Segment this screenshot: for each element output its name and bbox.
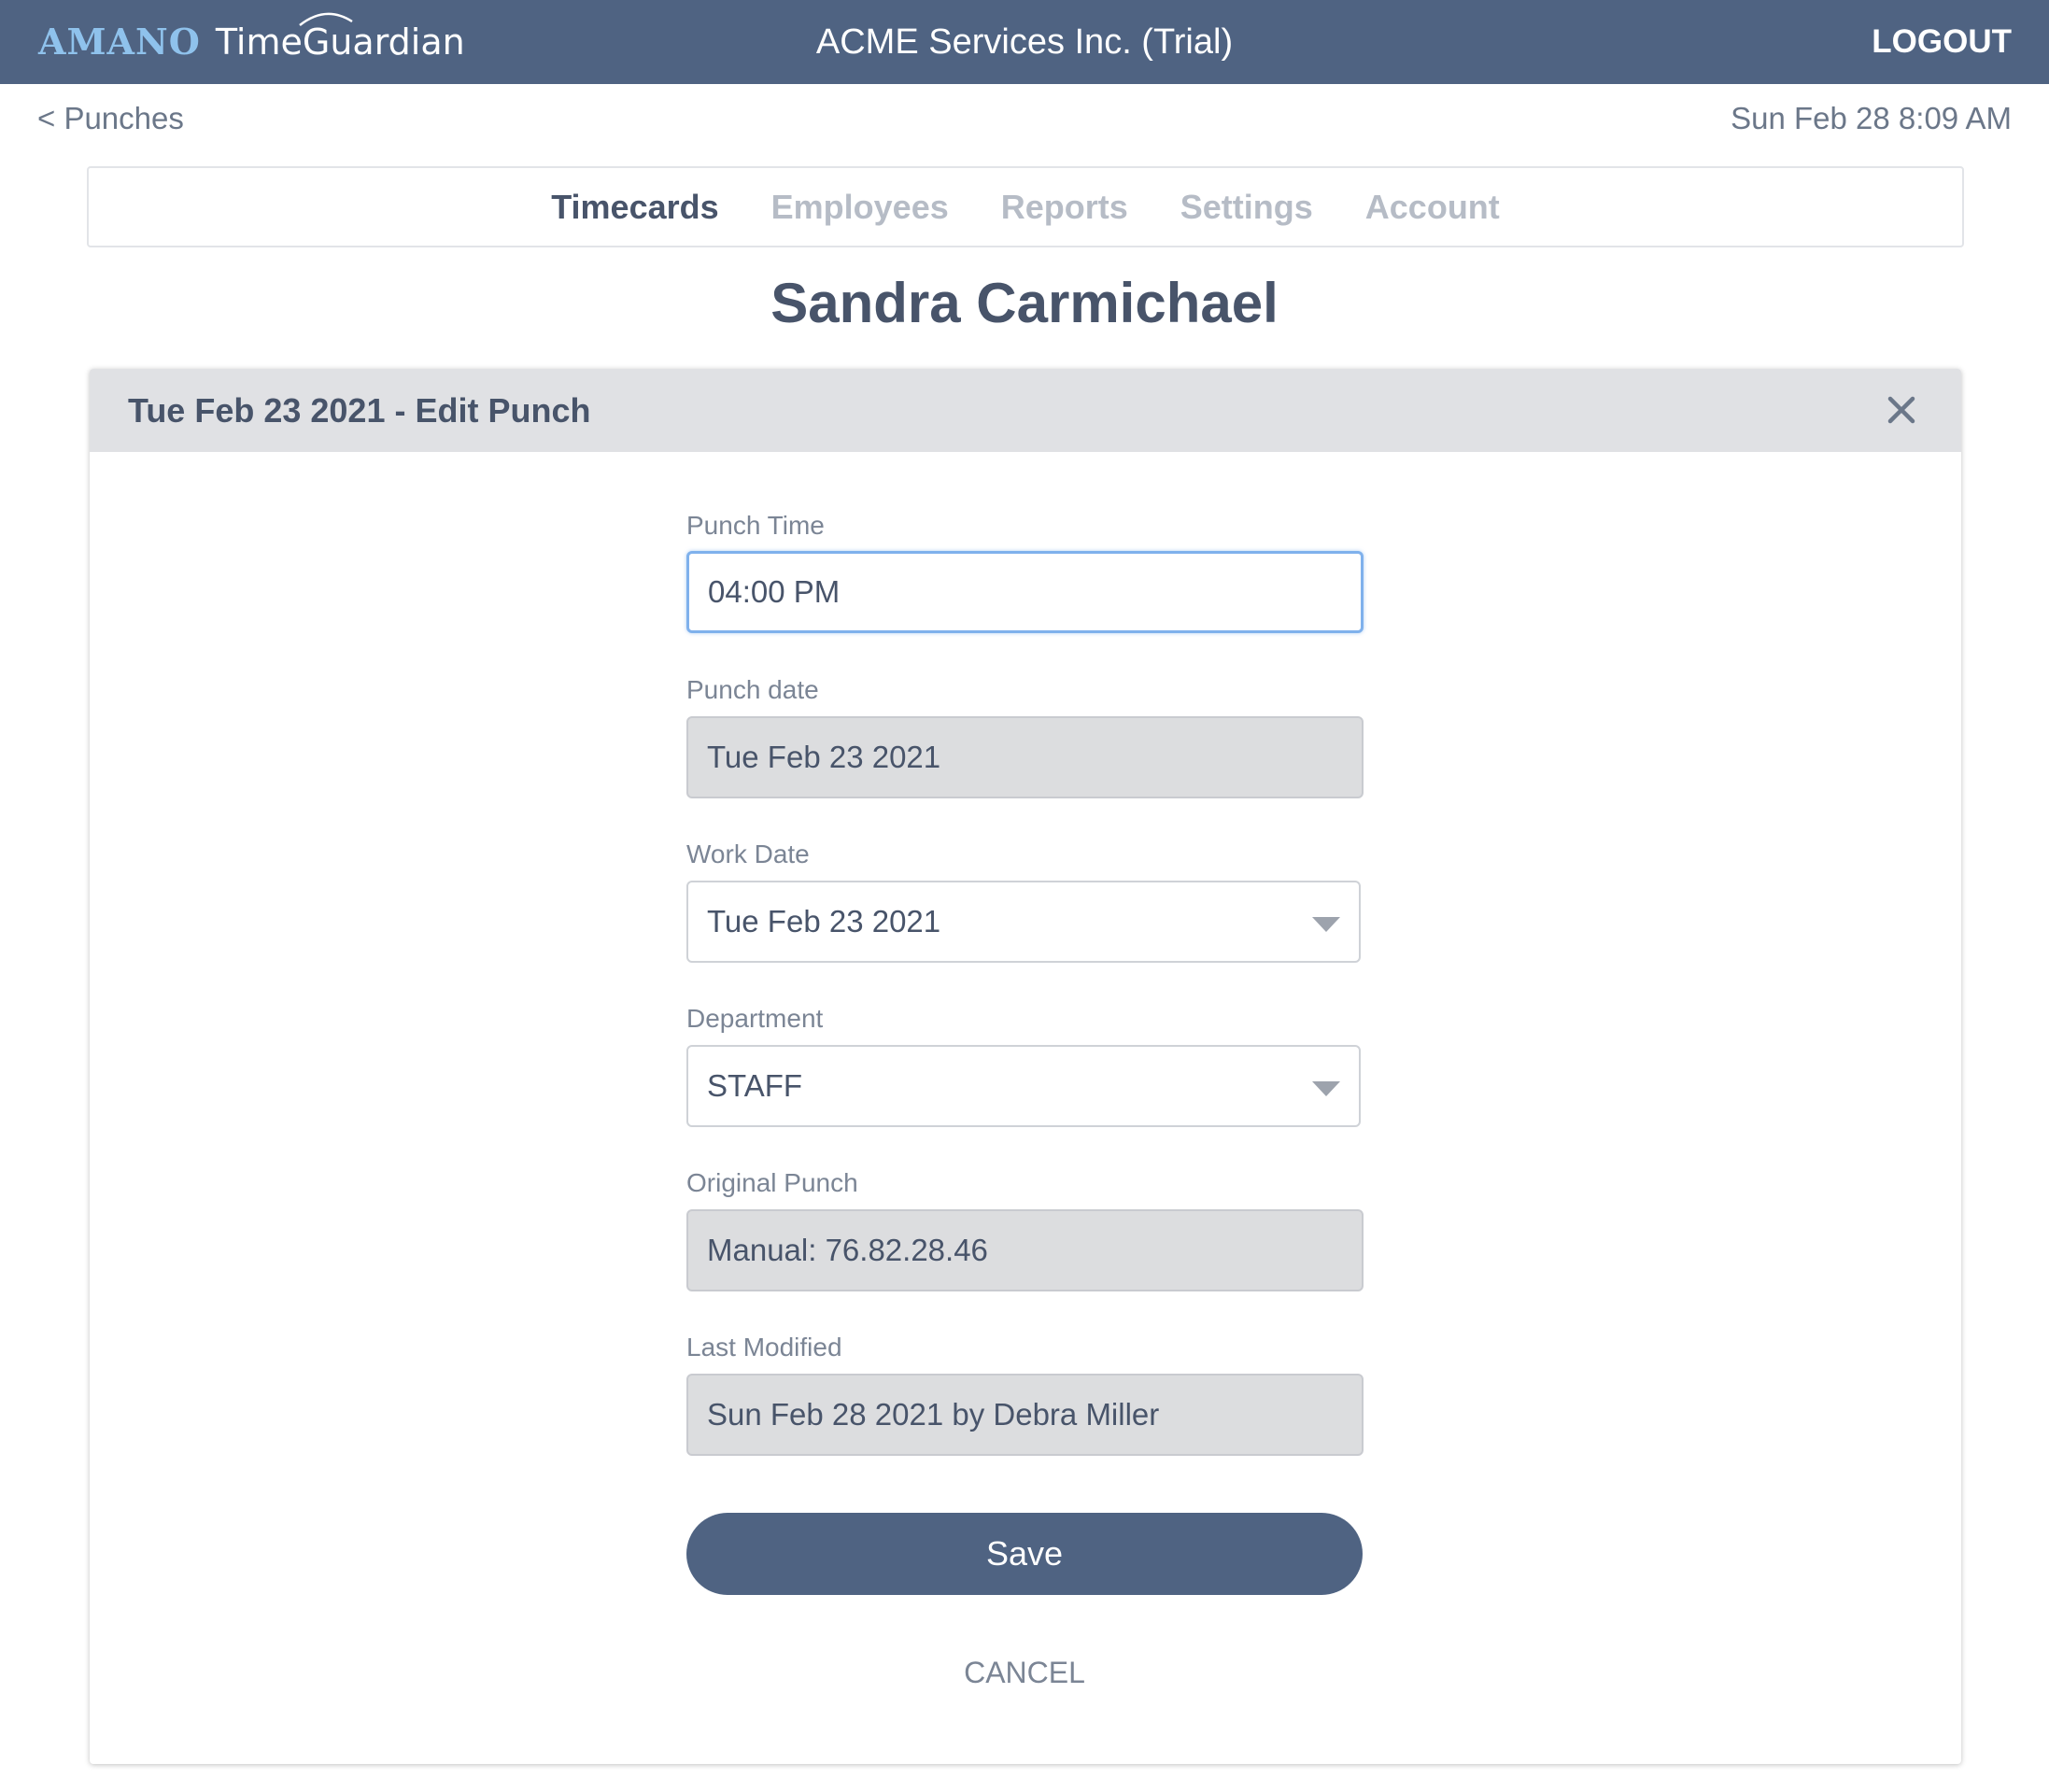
- chevron-down-icon: [1312, 1081, 1340, 1096]
- panel-header: Tue Feb 23 2021 - Edit Punch: [90, 369, 1961, 452]
- punch-time-label: Punch Time: [686, 511, 825, 540]
- logo-product-text: TimeGuardian: [215, 21, 465, 63]
- logout-button[interactable]: LOGOUT: [1872, 0, 2012, 84]
- tab-employees[interactable]: Employees: [771, 188, 949, 227]
- department-label: Department: [686, 1004, 824, 1033]
- chevron-down-icon: [1312, 917, 1340, 932]
- punch-date-label: Punch date: [686, 675, 819, 704]
- main-nav: Timecards Employees Reports Settings Acc…: [87, 166, 1964, 247]
- tab-timecards[interactable]: Timecards: [551, 188, 718, 227]
- back-to-punches-link[interactable]: < Punches: [37, 101, 184, 136]
- edit-punch-panel: Tue Feb 23 2021 - Edit Punch Punch Time …: [90, 369, 1961, 1764]
- tab-reports[interactable]: Reports: [1001, 188, 1128, 227]
- original-punch-field: Manual: 76.82.28.46: [686, 1209, 1364, 1291]
- panel-title: Tue Feb 23 2021 - Edit Punch: [128, 391, 591, 430]
- logo-arc-icon: [299, 12, 353, 26]
- logo-brand: AMANO: [38, 21, 201, 63]
- employee-name: Sandra Carmichael: [770, 272, 1279, 334]
- work-date-value: Tue Feb 23 2021: [707, 904, 941, 938]
- close-icon[interactable]: [1886, 395, 1916, 425]
- logo-product: TimeGuardian: [215, 12, 465, 63]
- department-select[interactable]: STAFF: [686, 1045, 1361, 1127]
- tab-account[interactable]: Account: [1365, 188, 1500, 227]
- original-punch-label: Original Punch: [686, 1168, 858, 1197]
- cancel-button[interactable]: CANCEL: [686, 1656, 1363, 1690]
- app-logo[interactable]: AMANO TimeGuardian: [38, 12, 465, 67]
- top-bar: AMANO TimeGuardian ACME Services Inc. (T…: [0, 0, 2049, 84]
- department-value: STAFF: [707, 1068, 803, 1103]
- save-button[interactable]: Save: [686, 1513, 1363, 1595]
- last-modified-field: Sun Feb 28 2021 by Debra Miller: [686, 1374, 1364, 1456]
- work-date-label: Work Date: [686, 840, 810, 868]
- punch-date-field: Tue Feb 23 2021: [686, 716, 1364, 798]
- last-modified-label: Last Modified: [686, 1333, 842, 1362]
- work-date-select[interactable]: Tue Feb 23 2021: [686, 881, 1361, 963]
- punch-time-input[interactable]: [686, 551, 1364, 633]
- current-datetime: Sun Feb 28 8:09 AM: [1731, 101, 2012, 135]
- tab-settings[interactable]: Settings: [1180, 188, 1313, 227]
